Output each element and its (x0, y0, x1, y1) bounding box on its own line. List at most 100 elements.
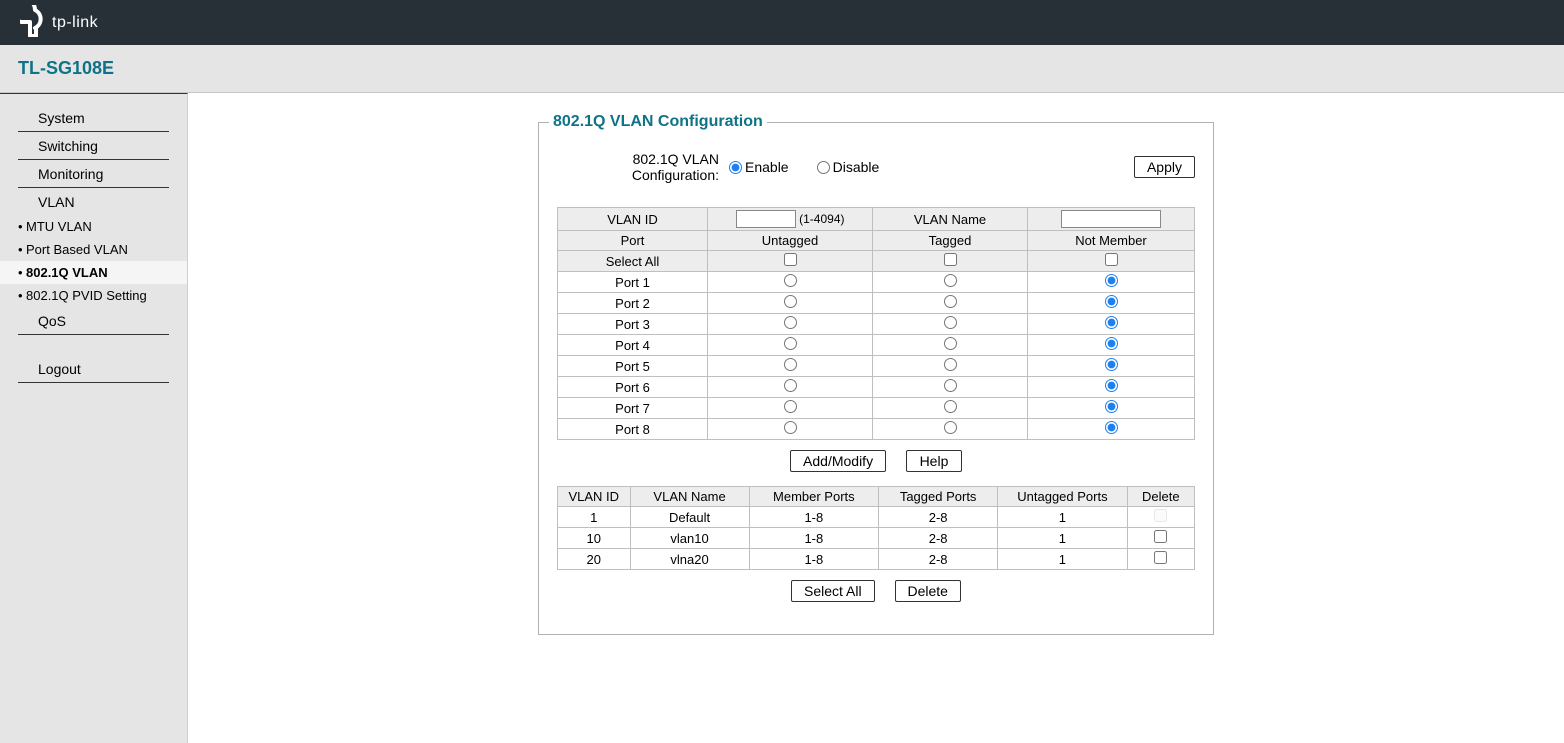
port-tagged-radio[interactable] (944, 295, 957, 308)
help-button[interactable]: Help (906, 450, 962, 472)
device-model: TL-SG108E (18, 58, 114, 79)
th-vlan-name: VLAN Name (873, 208, 1028, 231)
vlan-id-input[interactable] (736, 210, 796, 228)
sa-notmember-cell (1028, 251, 1195, 272)
port-label: Port 4 (558, 335, 708, 356)
list-buttons-row: Select All Delete (557, 580, 1195, 602)
port-tagged-radio[interactable] (944, 358, 957, 371)
vlan-row: 1Default1-82-81 (558, 507, 1195, 528)
port-label: Port 5 (558, 356, 708, 377)
port-notmember-radio[interactable] (1105, 400, 1118, 413)
notmember-cell (1028, 314, 1195, 335)
nav-port-based-vlan[interactable]: Port Based VLAN (0, 238, 187, 261)
th-vlan-id-input-cell: (1-4094) (708, 208, 873, 231)
port-notmember-radio[interactable] (1105, 316, 1118, 329)
panel-title: 802.1Q VLAN Configuration (549, 113, 767, 131)
vlan-name-input[interactable] (1061, 210, 1161, 228)
nav-qos[interactable]: QoS (18, 307, 169, 335)
disable-label: Disable (833, 159, 880, 175)
port-notmember-radio[interactable] (1105, 274, 1118, 287)
untagged-cell (708, 314, 873, 335)
vlan-delete-cell (1127, 549, 1194, 570)
port-untagged-radio[interactable] (784, 295, 797, 308)
add-help-row: Add/Modify Help (557, 450, 1195, 472)
vlan-untagged-cell: 1 (998, 528, 1127, 549)
vlan-delete-checkbox[interactable] (1154, 551, 1167, 564)
port-untagged-radio[interactable] (784, 337, 797, 350)
th-vlan-name-input-cell (1028, 208, 1195, 231)
vlan-delete-checkbox[interactable] (1154, 530, 1167, 543)
select-all-tagged[interactable] (944, 253, 957, 266)
tplink-icon (20, 5, 46, 40)
port-untagged-radio[interactable] (784, 316, 797, 329)
sa-tagged-cell (873, 251, 1028, 272)
th-not-member: Not Member (1028, 231, 1195, 251)
enable-disable-group: Enable Disable (729, 159, 879, 175)
nav-8021q-vlan[interactable]: 802.1Q VLAN (0, 261, 187, 284)
disable-radio[interactable] (817, 161, 830, 174)
port-untagged-radio[interactable] (784, 379, 797, 392)
port-tagged-radio[interactable] (944, 379, 957, 392)
apply-button[interactable]: Apply (1134, 156, 1195, 178)
select-all-notmember[interactable] (1105, 253, 1118, 266)
untagged-cell (708, 293, 873, 314)
enable-option[interactable]: Enable (729, 159, 789, 175)
main-content: 802.1Q VLAN Configuration 802.1Q VLAN Co… (188, 93, 1564, 743)
vlan-row: 20vlna201-82-81 (558, 549, 1195, 570)
port-tagged-radio[interactable] (944, 337, 957, 350)
add-modify-button[interactable]: Add/Modify (790, 450, 886, 472)
tagged-cell (873, 293, 1028, 314)
vlan-untagged-cell: 1 (998, 549, 1127, 570)
vlan-tagged-cell: 2-8 (879, 528, 998, 549)
disable-option[interactable]: Disable (817, 159, 880, 175)
delete-button[interactable]: Delete (895, 580, 961, 602)
port-tagged-radio[interactable] (944, 316, 957, 329)
port-tagged-radio[interactable] (944, 421, 957, 434)
port-notmember-radio[interactable] (1105, 358, 1118, 371)
notmember-cell (1028, 377, 1195, 398)
nav-logout[interactable]: Logout (18, 355, 169, 383)
tagged-cell (873, 356, 1028, 377)
port-tagged-radio[interactable] (944, 274, 957, 287)
nav-mtu-vlan[interactable]: MTU VLAN (0, 215, 187, 238)
port-untagged-radio[interactable] (784, 274, 797, 287)
nav-system[interactable]: System (18, 104, 169, 132)
notmember-cell (1028, 398, 1195, 419)
sidebar: System Switching Monitoring VLAN MTU VLA… (0, 93, 188, 743)
vlan-row: 10vlan101-82-81 (558, 528, 1195, 549)
notmember-cell (1028, 335, 1195, 356)
vlan-name-cell: vlan10 (630, 528, 749, 549)
port-notmember-radio[interactable] (1105, 337, 1118, 350)
port-notmember-radio[interactable] (1105, 421, 1118, 434)
port-untagged-radio[interactable] (784, 400, 797, 413)
nav-8021q-pvid[interactable]: 802.1Q PVID Setting (0, 284, 187, 307)
untagged-cell (708, 272, 873, 293)
notmember-cell (1028, 293, 1195, 314)
port-untagged-radio[interactable] (784, 358, 797, 371)
top-header: tp-link (0, 0, 1564, 45)
select-all-untagged[interactable] (784, 253, 797, 266)
vlan-delete-checkbox (1154, 509, 1167, 522)
port-untagged-radio[interactable] (784, 421, 797, 434)
nav-monitoring[interactable]: Monitoring (18, 160, 169, 188)
enable-radio[interactable] (729, 161, 742, 174)
port-notmember-radio[interactable] (1105, 295, 1118, 308)
vl-th-name: VLAN Name (630, 487, 749, 507)
port-notmember-radio[interactable] (1105, 379, 1118, 392)
vlan-id-cell: 1 (558, 507, 631, 528)
vlan-untagged-cell: 1 (998, 507, 1127, 528)
port-row: Port 6 (558, 377, 1195, 398)
vlan-list-table: VLAN ID VLAN Name Member Ports Tagged Po… (557, 486, 1195, 570)
port-tagged-radio[interactable] (944, 400, 957, 413)
vlan-config-panel: 802.1Q VLAN Configuration 802.1Q VLAN Co… (538, 113, 1214, 635)
th-port: Port (558, 231, 708, 251)
port-label: Port 1 (558, 272, 708, 293)
port-row: Port 2 (558, 293, 1195, 314)
nav-vlan[interactable]: VLAN (18, 188, 169, 215)
th-tagged: Tagged (873, 231, 1028, 251)
untagged-cell (708, 398, 873, 419)
vl-th-id: VLAN ID (558, 487, 631, 507)
port-row: Port 4 (558, 335, 1195, 356)
nav-switching[interactable]: Switching (18, 132, 169, 160)
select-all-button[interactable]: Select All (791, 580, 875, 602)
